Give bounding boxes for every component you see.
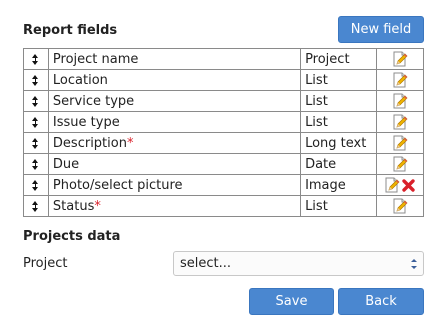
edit-pencil-icon[interactable] (392, 93, 408, 109)
table-row: Description* Long text (23, 132, 424, 154)
table-row: Status* List (23, 195, 424, 217)
edit-pencil-icon[interactable] (392, 156, 408, 172)
field-type-cell: List (300, 195, 378, 217)
edit-pencil-icon[interactable] (392, 114, 408, 130)
field-name: Issue type (52, 114, 120, 130)
actions-cell (376, 111, 424, 133)
select-arrows-icon (411, 259, 417, 269)
drag-handle-icon[interactable] (32, 200, 39, 212)
drag-cell[interactable] (23, 111, 49, 133)
field-name-cell: Due (47, 153, 302, 175)
drag-handle-icon[interactable] (32, 137, 39, 149)
drag-handle-icon[interactable] (32, 53, 39, 65)
table-row: Issue type List (23, 111, 424, 133)
field-type-cell: List (300, 90, 378, 112)
drag-handle-icon[interactable] (32, 179, 39, 191)
drag-cell[interactable] (23, 48, 49, 70)
report-fields-title: Report fields (23, 23, 118, 38)
required-marker: * (126, 135, 134, 151)
drag-cell[interactable] (23, 153, 49, 175)
required-marker: * (94, 198, 101, 214)
edit-pencil-icon[interactable] (392, 72, 408, 88)
drag-cell[interactable] (23, 132, 49, 154)
back-button[interactable]: Back (338, 288, 424, 315)
new-field-button[interactable]: New field (338, 16, 424, 43)
field-name-cell: Issue type (47, 111, 302, 133)
project-select[interactable]: select... (173, 251, 424, 276)
actions-cell (376, 153, 424, 175)
field-type-cell: List (300, 111, 378, 133)
field-name: Location (52, 72, 108, 88)
actions-cell (376, 48, 424, 70)
drag-cell[interactable] (23, 195, 49, 217)
drag-handle-icon[interactable] (32, 116, 39, 128)
actions-cell (376, 69, 424, 91)
field-name: Service type (52, 93, 135, 109)
actions-cell (376, 132, 424, 154)
field-type-cell: Project (300, 48, 378, 70)
drag-handle-icon[interactable] (32, 95, 39, 107)
field-name: Project name (52, 51, 139, 67)
drag-cell[interactable] (23, 90, 49, 112)
field-type-cell: Date (300, 153, 378, 175)
projects-data-title: Projects data (23, 229, 121, 244)
drag-handle-icon[interactable] (32, 74, 39, 86)
table-row: Location List (23, 69, 424, 91)
drag-cell[interactable] (23, 69, 49, 91)
actions-cell (376, 90, 424, 112)
field-name-cell: Service type (47, 90, 302, 112)
delete-x-icon[interactable] (401, 178, 416, 193)
field-name-cell: Photo/select picture (47, 174, 302, 196)
field-name: Due (52, 156, 80, 172)
report-fields-table: Project name Project Location List Service t… (23, 48, 424, 217)
table-row: Service type List (23, 90, 424, 112)
field-name: Photo/select picture (52, 177, 183, 193)
table-row: Project name Project (23, 48, 424, 70)
field-type-cell: List (300, 69, 378, 91)
save-button[interactable]: Save (249, 288, 334, 315)
project-select-value: select... (180, 256, 232, 271)
field-name-cell: Description* (47, 132, 302, 154)
field-name: Description (52, 135, 127, 151)
field-name-cell: Status* (47, 195, 302, 217)
actions-cell (376, 195, 424, 217)
edit-pencil-icon[interactable] (392, 135, 408, 151)
table-row: Due Date (23, 153, 424, 175)
drag-handle-icon[interactable] (32, 158, 39, 170)
edit-pencil-icon[interactable] (384, 177, 400, 193)
field-name-cell: Location (47, 69, 302, 91)
drag-cell[interactable] (23, 174, 49, 196)
project-label: Project (23, 256, 68, 271)
field-name: Status (52, 198, 95, 214)
table-row: Photo/select picture Image (23, 174, 424, 196)
edit-pencil-icon[interactable] (392, 198, 408, 214)
actions-cell (376, 174, 424, 196)
edit-pencil-icon[interactable] (392, 51, 408, 67)
field-name-cell: Project name (47, 48, 302, 70)
field-type-cell: Image (300, 174, 378, 196)
field-type-cell: Long text (300, 132, 378, 154)
